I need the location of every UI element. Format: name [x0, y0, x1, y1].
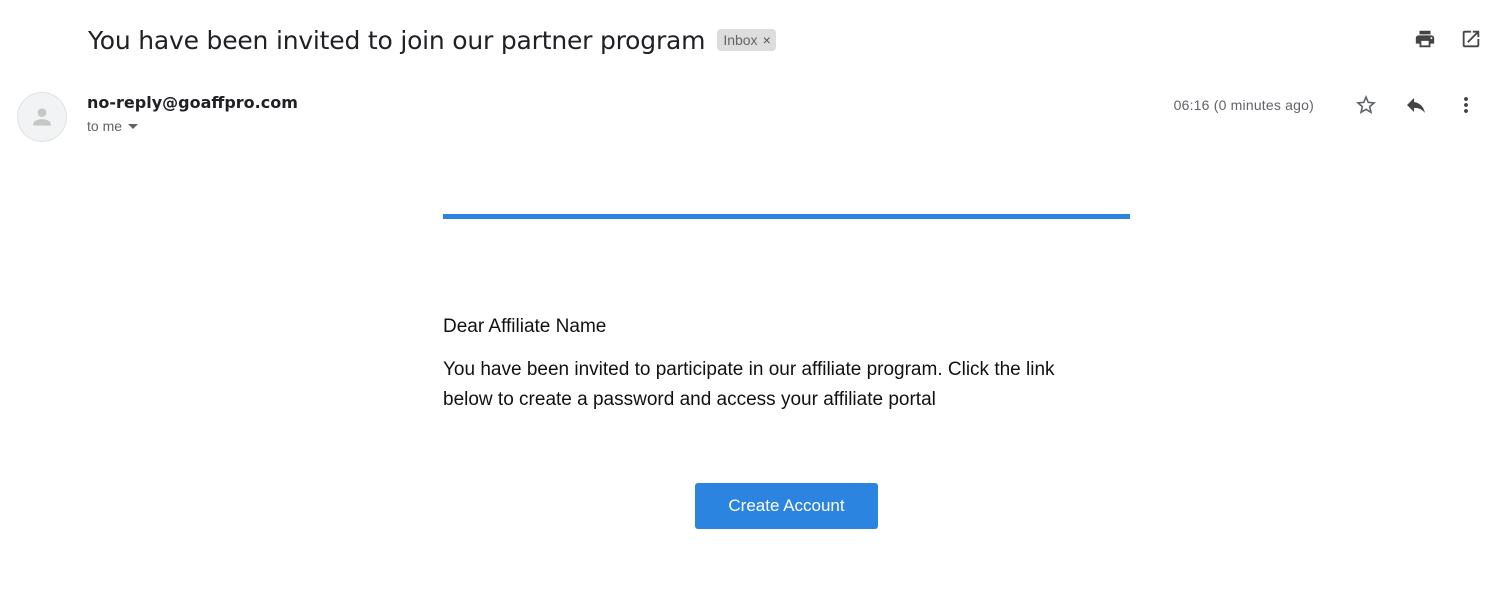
recipient-text: to me	[87, 118, 123, 134]
sender-block: no-reply@goaffpro.com to me	[87, 93, 298, 134]
chevron-down-icon	[128, 123, 139, 129]
print-icon[interactable]	[1412, 26, 1438, 52]
sender-address[interactable]: no-reply@goaffpro.com	[87, 93, 298, 112]
inbox-label-text: Inbox	[723, 32, 758, 48]
thread-actions	[1412, 26, 1484, 52]
message-timestamp: 06:16 (0 minutes ago)	[1173, 97, 1314, 113]
message-text: You have been invited to participate in …	[443, 359, 1055, 410]
create-account-button[interactable]: Create Account	[695, 483, 878, 529]
star-icon[interactable]	[1346, 90, 1386, 120]
greeting-text: Dear Affiliate Name	[443, 316, 607, 337]
header-accent-bar	[443, 214, 1130, 219]
email-body: Dear Affiliate Name You have been invite…	[443, 214, 1130, 415]
message-meta: 06:16 (0 minutes ago)	[1174, 90, 1486, 120]
reply-icon[interactable]	[1396, 90, 1436, 120]
sender-avatar[interactable]	[17, 92, 67, 142]
remove-label-icon[interactable]: ×	[763, 32, 771, 48]
recipient-details-toggle[interactable]: to me	[87, 118, 298, 134]
more-vert-icon[interactable]	[1446, 90, 1486, 120]
email-subject: You have been invited to join our partne…	[88, 25, 706, 55]
person-icon	[33, 108, 51, 126]
subject-row: You have been invited to join our partne…	[88, 18, 776, 62]
open-in-new-window-icon[interactable]	[1458, 26, 1484, 52]
inbox-label-chip[interactable]: Inbox ×	[717, 29, 776, 51]
